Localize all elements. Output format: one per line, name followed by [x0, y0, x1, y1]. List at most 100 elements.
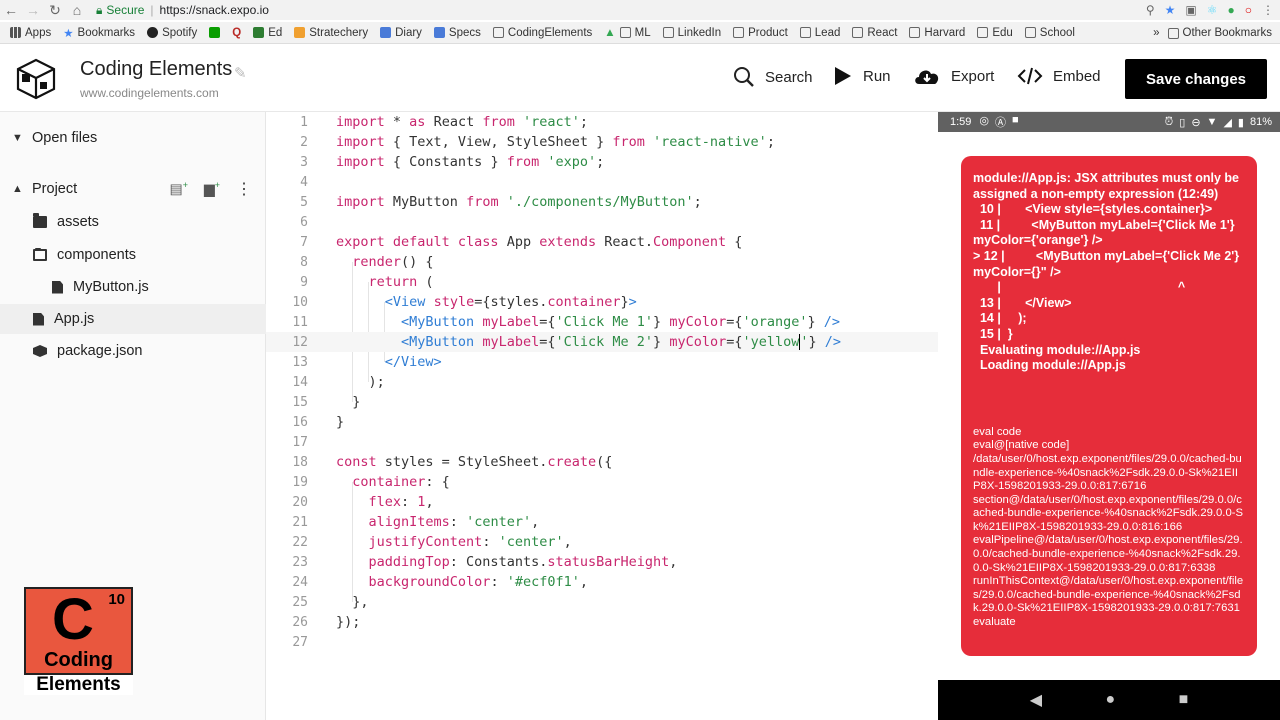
bookmark-spotify[interactable]: Spotify: [147, 27, 197, 39]
bookmark-diary[interactable]: Diary: [380, 27, 422, 39]
doc-icon: [433, 27, 445, 38]
code-text: });: [336, 614, 361, 630]
code-line: 7 export default class App extends React.…: [300, 234, 743, 250]
other-bookmarks[interactable]: Other Bookmarks: [1167, 27, 1272, 39]
bookmark-bookmarks[interactable]: ★ Bookmarks: [63, 26, 135, 40]
bookmark-q[interactable]: Q: [232, 27, 241, 39]
bookmark-specs[interactable]: Specs: [433, 27, 481, 39]
react-devtools-icon[interactable]: ⚛: [1207, 3, 1218, 17]
error-redbox[interactable]: module://App.js: JSX attributes must onl…: [961, 156, 1257, 656]
bookmark-lead[interactable]: Lead: [799, 27, 840, 39]
package-cube-icon: [33, 345, 47, 357]
sidebar-item-components[interactable]: components: [0, 240, 266, 270]
coding-elements-badge: C 10 Coding Elements: [24, 587, 133, 695]
code-text: const styles = StyleSheet.create({: [336, 454, 613, 470]
folder-icon: [799, 27, 811, 38]
code-editor[interactable]: 1 import * as React from 'react'; 2 import…: [266, 112, 938, 720]
address-bar[interactable]: https://snack.expo.io: [160, 3, 269, 17]
apps-grid-icon: [10, 27, 21, 38]
sidebar-item-appjs[interactable]: App.js: [0, 304, 266, 334]
zoom-icon[interactable]: ⚲: [1146, 3, 1155, 17]
extension2-icon[interactable]: ●: [1228, 3, 1235, 17]
sidebar-item-packagejson[interactable]: package.json: [0, 336, 266, 366]
code-line: 25 },: [292, 594, 369, 610]
bookmark-product[interactable]: Product: [733, 27, 788, 39]
code-line: 26});: [292, 614, 361, 630]
techcrunch-icon: [209, 27, 221, 38]
home-circle-icon[interactable]: ●: [1105, 691, 1115, 709]
code-text: <MyButton myLabel={'Click Me 2'} myColor…: [401, 334, 842, 350]
code-line: 19 container: {: [292, 474, 450, 490]
spotify-icon: [147, 27, 159, 38]
open-files-section[interactable]: ▼ Open files: [0, 122, 266, 154]
star-icon[interactable]: ★: [1165, 3, 1176, 17]
new-folder-icon[interactable]: ▆+: [204, 180, 220, 198]
bookmark-stratechery[interactable]: Stratechery: [294, 27, 368, 39]
export-button[interactable]: Export: [913, 66, 994, 86]
code-line: 18 const styles = StyleSheet.create({: [292, 454, 613, 470]
browser-extensions: ⚲ ★ ▣ ⚛ ● ○ ⋮: [1146, 0, 1274, 20]
more-options-icon[interactable]: ⋮: [236, 179, 252, 199]
back-triangle-icon[interactable]: ◀: [1030, 690, 1042, 710]
code-text: import { Text, View, StyleSheet } from '…: [336, 134, 775, 150]
secure-indicator[interactable]: 🔒︎ Secure: [96, 3, 144, 18]
code-text: backgroundColor: '#ecf0f1',: [368, 574, 588, 590]
bookmark-codingelements[interactable]: CodingElements: [492, 27, 592, 39]
signal-icon: ◢: [1223, 116, 1232, 129]
project-tools: ▤+ ▆+ ⋮: [169, 179, 252, 199]
forward-icon[interactable]: →: [22, 0, 44, 20]
home-icon[interactable]: ⌂: [66, 0, 88, 20]
reload-icon[interactable]: ↻: [44, 0, 66, 20]
more-bookmarks-button[interactable]: »: [1153, 27, 1159, 39]
file-icon: [52, 280, 63, 294]
edit-pencil-icon[interactable]: ✎: [234, 64, 247, 82]
back-icon[interactable]: ←: [0, 0, 22, 20]
search-button[interactable]: Search: [733, 66, 813, 88]
bookmark-linkedin[interactable]: LinkedIn: [662, 27, 721, 39]
bookmark-tc[interactable]: [209, 27, 221, 38]
vibrate-icon: ▯: [1179, 116, 1186, 129]
bookmark-harvard[interactable]: Harvard: [909, 27, 965, 39]
video-icon: ■: [1012, 114, 1019, 126]
project-url: www.codingelements.com: [80, 86, 219, 100]
code-text: justifyContent: 'center',: [368, 534, 572, 550]
code-text: import * as React from 'react';: [336, 114, 589, 130]
code-line: 11 <MyButton myLabel={'Click Me 1'} myCo…: [292, 314, 841, 330]
menu-icon[interactable]: ⋮: [1262, 3, 1274, 17]
new-file-icon[interactable]: ▤+: [169, 180, 188, 198]
folder-open-icon: [33, 248, 47, 261]
folder-icon: [492, 27, 504, 38]
android-nav-bar: ◀ ● ■: [938, 680, 1280, 720]
bookmark-school[interactable]: School: [1024, 27, 1075, 39]
bookmark-edu[interactable]: Edu: [977, 27, 1013, 39]
recents-square-icon[interactable]: ■: [1179, 691, 1189, 709]
folder-icon: [852, 27, 864, 38]
error-message: module://App.js: JSX attributes must onl…: [973, 171, 1240, 373]
device-preview: 1:59 ◎ Ⓐ ■ ⏰︎ ▯ ⊖ ▼ ◢ ▮ 81% module://App.j…: [938, 112, 1280, 720]
sidebar-item-assets[interactable]: assets: [0, 207, 266, 237]
save-changes-button[interactable]: Save changes: [1125, 59, 1267, 99]
project-section[interactable]: ▲ Project ▤+ ▆+ ⋮: [0, 173, 266, 205]
code-text: import MyButton from './components/MyBut…: [336, 194, 702, 210]
dnd-icon: ⊖: [1191, 116, 1201, 129]
bookmark-apps[interactable]: Apps: [10, 27, 51, 39]
code-text: export default class App extends React.C…: [336, 234, 743, 250]
search-icon: [734, 67, 754, 87]
project-title[interactable]: Coding Elements: [80, 58, 232, 81]
sidebar-item-mybutton[interactable]: MyButton.js: [0, 272, 266, 302]
extension-icon[interactable]: ▣: [1185, 3, 1196, 17]
code-text: </View>: [384, 354, 442, 370]
code-line: 21 alignItems: 'center',: [292, 514, 540, 530]
folder-icon: [1024, 27, 1036, 38]
badge-number: 10: [108, 591, 125, 608]
bookmark-react[interactable]: React: [852, 27, 897, 39]
opera-icon[interactable]: ○: [1245, 3, 1252, 17]
run-button[interactable]: Run: [833, 66, 891, 86]
status-icons: ⏰︎ ▯ ⊖ ▼ ◢ ▮ 81%: [1164, 115, 1272, 129]
whatsapp-icon: ◎: [979, 115, 990, 127]
bookmark-ml[interactable]: ▲ ML: [604, 27, 650, 39]
embed-button[interactable]: Embed: [1017, 66, 1101, 86]
bookmarks-bar: Apps ★ Bookmarks Spotify Q Ed Stratechery…: [0, 22, 1280, 44]
bookmark-ed[interactable]: Ed: [253, 27, 282, 39]
code-text: <MyButton myLabel={'Click Me 1'} myColor…: [401, 314, 841, 330]
